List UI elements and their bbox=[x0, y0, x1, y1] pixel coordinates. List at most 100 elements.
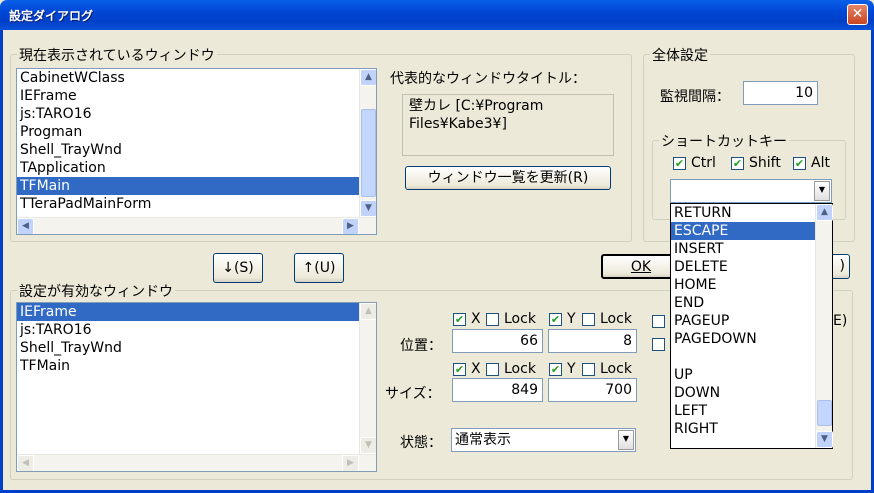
position-y-lock-label: Lock bbox=[600, 311, 632, 327]
list-item[interactable]: js:TARO16 bbox=[17, 105, 376, 123]
scroll-left-icon[interactable]: ◀ bbox=[17, 218, 34, 234]
list-item[interactable]: UP bbox=[671, 366, 815, 384]
ok-button-label: OK bbox=[630, 259, 652, 275]
size-x-label: X bbox=[471, 361, 481, 377]
chevron-down-icon[interactable]: ▼ bbox=[814, 181, 830, 201]
interval-label: 監視間隔： bbox=[660, 89, 730, 105]
list-item[interactable]: INSERT bbox=[671, 240, 815, 258]
alt-checkbox[interactable]: ✔ bbox=[793, 157, 806, 170]
hidden-option-label: E) bbox=[833, 313, 848, 329]
shift-label: Shift bbox=[749, 155, 781, 171]
list-item[interactable]: js:TARO16 bbox=[17, 321, 376, 339]
position-label: 位置： bbox=[400, 338, 442, 354]
shortcut-key-dropdown[interactable]: RETURN ESCAPE INSERT DELETE HOME END PAGEUP PAG… bbox=[670, 203, 833, 449]
size-y-input[interactable]: 700 bbox=[548, 378, 637, 402]
list-item[interactable]: HOME bbox=[671, 276, 815, 294]
effective-windows-items: IEFrame js:TARO16 Shell_TrayWnd TFMain bbox=[17, 303, 376, 375]
list-item[interactable]: RIGHT bbox=[671, 420, 815, 438]
scroll-down-icon[interactable]: ▼ bbox=[360, 200, 376, 217]
extra-checkbox-2[interactable] bbox=[652, 338, 665, 351]
position-y-label: Y bbox=[567, 311, 576, 327]
position-x-label: X bbox=[471, 311, 481, 327]
list-item[interactable]: DOWN bbox=[671, 384, 815, 402]
list-item[interactable]: DELETE bbox=[671, 258, 815, 276]
current-list-hscroll[interactable]: ◀ ▶ bbox=[17, 217, 376, 234]
shortcut-label: ショートカットキー bbox=[659, 131, 789, 151]
representative-title-label: 代表的なウィンドウタイトル： bbox=[390, 71, 586, 87]
position-x-lock-checkbox[interactable] bbox=[486, 313, 499, 326]
list-item[interactable] bbox=[671, 348, 815, 366]
effective-list-vscroll[interactable]: ▲ ▼ bbox=[359, 303, 376, 454]
effective-list-hscroll[interactable]: ◀ ▶ bbox=[17, 454, 376, 471]
position-x-lock-label: Lock bbox=[504, 311, 536, 327]
position-x-input[interactable]: 66 bbox=[452, 329, 543, 353]
list-item[interactable]: TTeraPadMainForm bbox=[17, 195, 376, 213]
state-value: 通常表示 bbox=[455, 432, 511, 448]
close-button[interactable]: ✕ bbox=[847, 4, 868, 25]
size-y-checkbox[interactable]: ✔ bbox=[549, 363, 562, 376]
ok-button[interactable]: OK bbox=[601, 254, 681, 279]
position-x-checkbox[interactable]: ✔ bbox=[453, 313, 466, 326]
scroll-left-icon[interactable]: ◀ bbox=[17, 455, 34, 471]
effective-windows-label: 設定が有効なウィンドウ bbox=[17, 281, 175, 301]
list-item[interactable]: PAGEUP bbox=[671, 312, 815, 330]
current-windows-list[interactable]: CabinetWClass IEFrame js:TARO16 Progman Shel… bbox=[16, 68, 377, 235]
list-item[interactable]: IEFrame bbox=[17, 87, 376, 105]
list-item[interactable]: PAGEDOWN bbox=[671, 330, 815, 348]
list-item[interactable]: TFMain bbox=[17, 357, 376, 375]
size-y-label: Y bbox=[567, 361, 576, 377]
list-item[interactable]: Progman bbox=[17, 123, 376, 141]
size-x-lock-label: Lock bbox=[504, 361, 536, 377]
move-down-button[interactable]: ↓(S) bbox=[213, 253, 263, 283]
scroll-thumb[interactable] bbox=[361, 109, 376, 197]
chevron-down-icon[interactable]: ▼ bbox=[618, 430, 634, 450]
position-y-checkbox[interactable]: ✔ bbox=[549, 313, 562, 326]
size-y-lock-label: Lock bbox=[600, 361, 632, 377]
move-up-button[interactable]: ↑(U) bbox=[294, 253, 344, 283]
list-item[interactable]: ESCAPE bbox=[671, 222, 815, 240]
representative-title-value: 壁カレ [C:¥Program Files¥Kabe3¥] bbox=[402, 94, 614, 156]
state-label: 状態： bbox=[400, 435, 442, 451]
size-y-lock-checkbox[interactable] bbox=[582, 363, 595, 376]
dropdown-vscroll[interactable]: ▲ ▼ bbox=[815, 204, 833, 448]
size-label: サイズ： bbox=[385, 386, 441, 402]
list-item[interactable]: LEFT bbox=[671, 402, 815, 420]
interval-input[interactable]: 10 bbox=[743, 81, 818, 105]
scroll-right-icon[interactable]: ▶ bbox=[342, 218, 359, 234]
list-item[interactable]: CabinetWClass bbox=[17, 69, 376, 87]
scroll-down-icon[interactable]: ▼ bbox=[816, 431, 833, 448]
dropdown-items: RETURN ESCAPE INSERT DELETE HOME END PAGEUP PAG… bbox=[671, 204, 815, 438]
scroll-up-icon[interactable]: ▲ bbox=[360, 69, 376, 86]
list-item[interactable]: Shell_TrayWnd bbox=[17, 141, 376, 159]
title-bar: 設定ダイアログ ✕ bbox=[0, 0, 874, 30]
list-item[interactable]: TFMain bbox=[17, 177, 376, 195]
alt-label: Alt bbox=[811, 155, 830, 171]
position-y-input[interactable]: 8 bbox=[548, 329, 637, 353]
effective-windows-list[interactable]: IEFrame js:TARO16 Shell_TrayWnd TFMain ▲ ▼ … bbox=[16, 302, 377, 472]
scroll-thumb[interactable] bbox=[817, 400, 832, 426]
shortcut-key-combo[interactable]: ▼ bbox=[670, 179, 832, 203]
scroll-up-icon[interactable]: ▲ bbox=[816, 204, 833, 221]
size-x-checkbox[interactable]: ✔ bbox=[453, 363, 466, 376]
ctrl-checkbox[interactable]: ✔ bbox=[673, 157, 686, 170]
current-windows-items: CabinetWClass IEFrame js:TARO16 Progman Shel… bbox=[17, 69, 376, 213]
size-x-lock-checkbox[interactable] bbox=[486, 363, 499, 376]
list-item[interactable]: TApplication bbox=[17, 159, 376, 177]
list-item[interactable]: RETURN bbox=[671, 204, 815, 222]
list-item[interactable]: Shell_TrayWnd bbox=[17, 339, 376, 357]
position-y-lock-checkbox[interactable] bbox=[582, 313, 595, 326]
scroll-down-icon[interactable]: ▼ bbox=[360, 437, 376, 454]
list-item[interactable]: IEFrame bbox=[17, 303, 376, 321]
scroll-up-icon[interactable]: ▲ bbox=[360, 303, 376, 320]
global-settings-label: 全体設定 bbox=[650, 45, 710, 65]
cancel-partial-label: ) bbox=[839, 258, 845, 274]
list-item[interactable]: END bbox=[671, 294, 815, 312]
current-list-vscroll[interactable]: ▲ ▼ bbox=[359, 69, 376, 217]
size-x-input[interactable]: 849 bbox=[452, 378, 543, 402]
shift-checkbox[interactable]: ✔ bbox=[731, 157, 744, 170]
extra-checkbox-1[interactable] bbox=[652, 315, 665, 328]
refresh-button[interactable]: ウィンドウ一覧を更新(R) bbox=[405, 166, 611, 190]
state-combo[interactable]: 通常表示 ▼ bbox=[451, 428, 636, 452]
window-title: 設定ダイアログ bbox=[9, 9, 94, 23]
scroll-right-icon[interactable]: ▶ bbox=[342, 455, 359, 471]
